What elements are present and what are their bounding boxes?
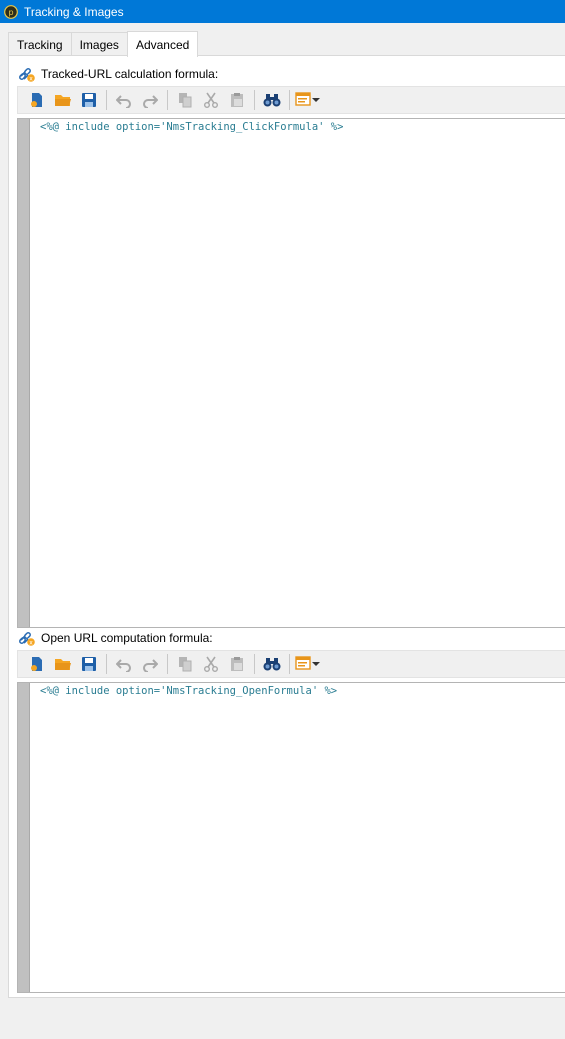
insert-field-dropdown[interactable] xyxy=(295,89,327,111)
new-document-icon[interactable] xyxy=(25,653,49,675)
copy-icon[interactable] xyxy=(173,89,197,111)
svg-text:x: x xyxy=(29,639,33,646)
find-binoculars-icon[interactable] xyxy=(260,89,284,111)
editor-gutter xyxy=(18,683,30,992)
undo-icon[interactable] xyxy=(112,89,136,111)
toolbar-separator xyxy=(289,90,290,110)
redo-icon[interactable] xyxy=(138,653,162,675)
link-formula-icon: x xyxy=(18,65,36,83)
window-title: Tracking & Images xyxy=(24,4,124,19)
insert-field-icon xyxy=(295,91,311,110)
chevron-down-icon xyxy=(311,93,321,107)
open-url-formula-label: x Open URL computation formula: xyxy=(18,629,213,647)
toolbar-separator xyxy=(254,654,255,674)
advanced-tab-panel: x Tracked-URL calculation formula: <%@ i… xyxy=(8,55,565,998)
svg-text:p: p xyxy=(8,8,13,17)
copy-icon[interactable] xyxy=(173,653,197,675)
title-bar: p Tracking & Images xyxy=(0,0,565,23)
open-folder-icon[interactable] xyxy=(51,89,75,111)
open-url-formula-editor[interactable]: <%@ include option='NmsTracking_OpenForm… xyxy=(17,682,565,993)
tab-strip: Tracking Images Advanced xyxy=(8,31,199,57)
insert-field-dropdown[interactable] xyxy=(295,653,327,675)
link-formula-icon: x xyxy=(18,629,36,647)
svg-text:x: x xyxy=(29,75,33,82)
save-icon[interactable] xyxy=(77,89,101,111)
tab-tracking[interactable]: Tracking xyxy=(8,32,72,56)
tab-advanced[interactable]: Advanced xyxy=(126,31,199,57)
insert-field-icon xyxy=(295,655,311,674)
toolbar-separator xyxy=(289,654,290,674)
paste-icon[interactable] xyxy=(225,653,249,675)
tracked-url-formula-editor[interactable]: <%@ include option='NmsTracking_ClickFor… xyxy=(17,118,565,628)
toolbar-separator xyxy=(106,654,107,674)
cut-icon[interactable] xyxy=(199,653,223,675)
editor-gutter xyxy=(18,119,30,627)
redo-icon[interactable] xyxy=(138,89,162,111)
toolbar-separator xyxy=(106,90,107,110)
adobe-campaign-icon: p xyxy=(3,4,19,20)
open-folder-icon[interactable] xyxy=(51,653,75,675)
paste-icon[interactable] xyxy=(225,89,249,111)
tab-images[interactable]: Images xyxy=(70,32,128,56)
find-binoculars-icon[interactable] xyxy=(260,653,284,675)
editor-toolbar xyxy=(17,86,565,114)
toolbar-separator xyxy=(254,90,255,110)
editor-toolbar xyxy=(17,650,565,678)
section-label-text: Tracked-URL calculation formula: xyxy=(41,67,219,81)
code-line[interactable]: <%@ include option='NmsTracking_OpenForm… xyxy=(40,685,337,697)
new-document-icon[interactable] xyxy=(25,89,49,111)
code-line[interactable]: <%@ include option='NmsTracking_ClickFor… xyxy=(40,121,343,133)
section-label-text: Open URL computation formula: xyxy=(41,631,213,645)
chevron-down-icon xyxy=(311,657,321,671)
cut-icon[interactable] xyxy=(199,89,223,111)
tracked-url-formula-label: x Tracked-URL calculation formula: xyxy=(18,65,218,83)
undo-icon[interactable] xyxy=(112,653,136,675)
toolbar-separator xyxy=(167,654,168,674)
save-icon[interactable] xyxy=(77,653,101,675)
toolbar-separator xyxy=(167,90,168,110)
